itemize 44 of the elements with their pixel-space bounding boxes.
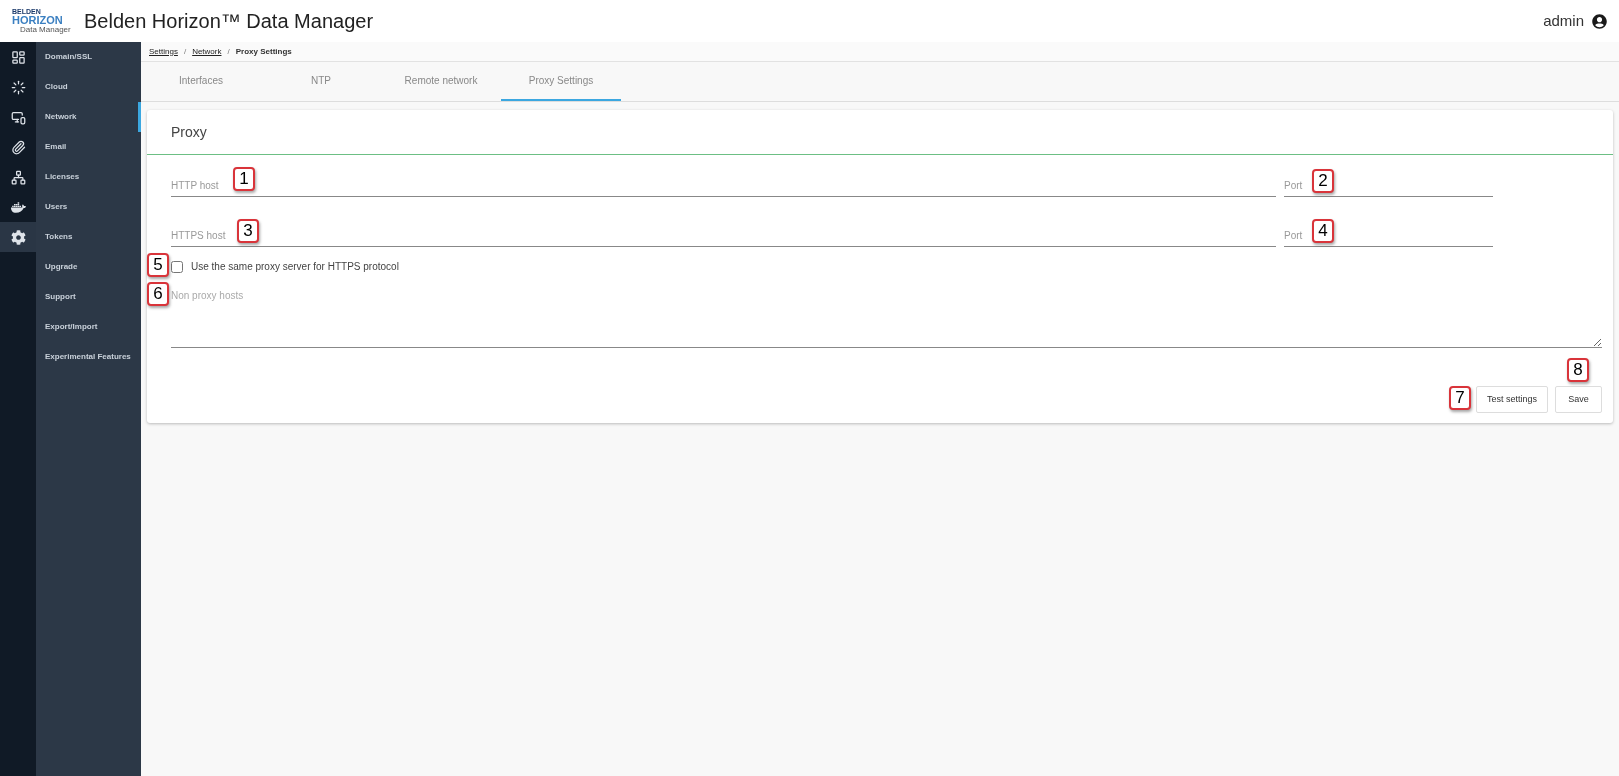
breadcrumb-separator: /: [183, 45, 187, 58]
callout-number: 1: [233, 167, 255, 191]
checkbox[interactable]: [171, 260, 183, 273]
menu-item[interactable]: Export/Import: [36, 312, 141, 342]
breadcrumb-current: Proxy Settings: [235, 45, 292, 58]
menu-item[interactable]: Domain/SSL: [36, 42, 141, 72]
card-title: Proxy: [171, 122, 207, 142]
menu-item[interactable]: Tokens: [36, 222, 141, 252]
breadcrumb-link[interactable]: Settings: [149, 45, 178, 58]
test-settings-button[interactable]: Test settings: [1475, 386, 1548, 414]
callout-number: 2: [1312, 169, 1334, 193]
menu-item[interactable]: Email: [36, 132, 141, 162]
menu-item[interactable]: Users: [36, 192, 141, 222]
rail-item[interactable]: [0, 222, 36, 252]
whale-icon: [10, 199, 26, 215]
menu-item[interactable]: Licenses: [36, 162, 141, 192]
non-proxy-hosts-field[interactable]: Non proxy hosts: [171, 288, 1602, 348]
app-title: Belden Horizon™ Data Manager: [84, 9, 374, 34]
user-name[interactable]: admin: [1543, 9, 1584, 33]
tab[interactable]: Interfaces: [141, 62, 261, 101]
menu-item[interactable]: Network: [36, 102, 141, 132]
paperclip-icon: [10, 139, 26, 155]
callout-number: 8: [1567, 358, 1589, 382]
callout-number: 4: [1312, 219, 1334, 243]
checkbox-label: Use the same proxy server for HTTPS protocol: [191, 260, 399, 274]
callout-number: 7: [1448, 386, 1471, 410]
dashboard-icon: [10, 49, 26, 65]
menu-item[interactable]: Experimental Features: [36, 342, 141, 372]
tab[interactable]: Remote network: [381, 62, 501, 101]
user-icon[interactable]: [1592, 13, 1607, 29]
settings-icon: [10, 229, 26, 245]
callout-number: 6: [147, 282, 169, 306]
callout-number: 5: [147, 253, 169, 277]
breadcrumb-link[interactable]: Network: [192, 45, 222, 58]
tab[interactable]: Proxy Settings: [501, 62, 621, 101]
save-button[interactable]: Save: [1555, 386, 1602, 414]
menu-item[interactable]: Support: [36, 282, 141, 312]
callout-number: 3: [237, 219, 259, 243]
devices-icon: [10, 109, 26, 125]
menu-item[interactable]: Cloud: [36, 72, 141, 102]
breadcrumb-separator: /: [227, 45, 230, 58]
network-icon: [10, 169, 26, 185]
menu-item[interactable]: Upgrade: [36, 252, 141, 282]
tab[interactable]: NTP: [261, 62, 381, 101]
